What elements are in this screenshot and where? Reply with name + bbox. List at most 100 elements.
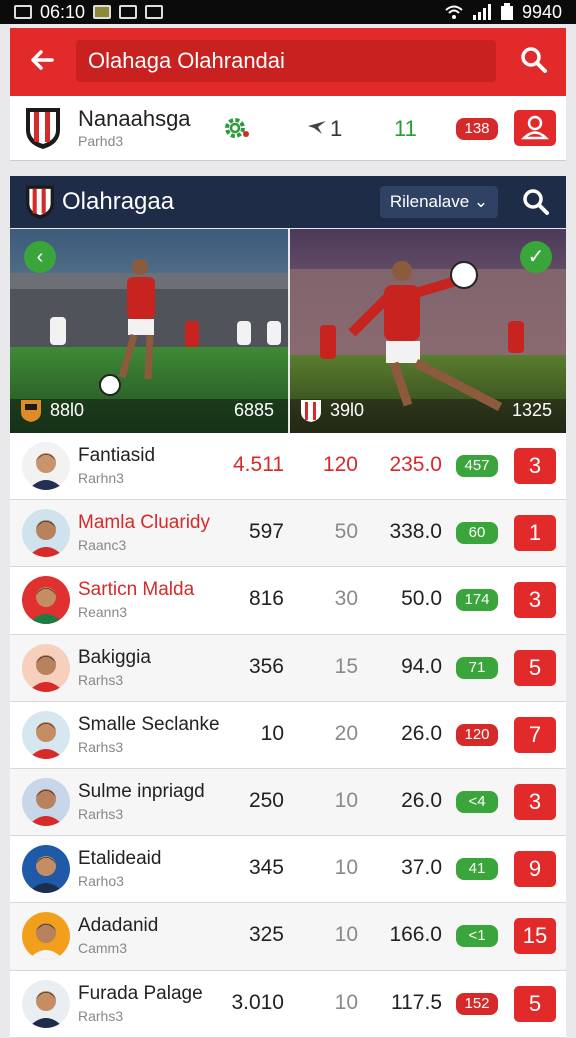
- player-avatar: [22, 509, 70, 558]
- player-subtitle: Rarho3: [78, 873, 124, 890]
- page-title[interactable]: Olahaga Olahrandai: [76, 40, 496, 82]
- player-form-badge: 152: [456, 992, 498, 1015]
- player-row[interactable]: Furada Palage Rarhs3 3.010 10 117.5 152 5: [10, 970, 566, 1038]
- right-stat-b: 1325: [511, 400, 552, 420]
- player-form-badge: 41: [456, 858, 498, 881]
- player-subtitle: Camm3: [78, 940, 128, 957]
- left-stat-a: 88l0: [50, 400, 85, 420]
- player-stat-2: 10: [334, 990, 358, 1014]
- player-stat-2: 15: [334, 654, 358, 678]
- player-name: Sarticn Malda: [78, 579, 195, 601]
- panel-crest-icon: [26, 185, 54, 220]
- search-icon[interactable]: [518, 44, 550, 76]
- player-form-badge: 120: [456, 723, 498, 746]
- battery-icon: [500, 3, 513, 20]
- right-mini-crest-icon: [301, 400, 321, 422]
- player-row[interactable]: Bakiggia Rarhs3 356 15 94.0 71 5: [10, 634, 566, 702]
- player-stat-3: 94.0: [401, 654, 442, 678]
- gear-icon[interactable]: [222, 114, 250, 142]
- filter-dropdown[interactable]: Rilenalave ⌄: [380, 186, 498, 218]
- player-rank-button[interactable]: 15: [514, 918, 556, 955]
- match-badge: 138: [456, 118, 498, 140]
- player-stat-1: 597: [248, 520, 284, 544]
- app-icon: [145, 5, 164, 19]
- player-stat-2: 10: [334, 923, 358, 947]
- player-name: Smalle Seclanke: [78, 713, 220, 735]
- player-name: Fantiasid: [78, 445, 156, 466]
- battery-level: 9940: [521, 1, 562, 22]
- team-name: Nanaahsga: [78, 106, 191, 131]
- player-rank-button[interactable]: 7: [514, 716, 556, 753]
- image-icon: [93, 5, 112, 19]
- mail-icon: [119, 5, 138, 19]
- player-subtitle: Rarhs3: [78, 805, 124, 822]
- panel-title: Olahragaa: [62, 188, 175, 215]
- player-avatar: [22, 979, 70, 1028]
- player-form-badge: <4: [456, 790, 498, 813]
- player-stat-1: 356: [248, 654, 284, 678]
- player-stat-3: 166.0: [389, 923, 442, 947]
- player-stat-1: 816: [248, 587, 284, 611]
- player-row[interactable]: Smalle Seclanke Rarhs3 10 20 26.0 120 7: [10, 701, 566, 769]
- player-form-badge: 174: [456, 589, 498, 612]
- wifi-icon: [445, 5, 463, 19]
- player-avatar: [22, 710, 70, 759]
- left-mini-crest-icon: [21, 400, 41, 422]
- player-name: Furada Palage: [78, 982, 203, 1004]
- user-icon: [520, 115, 550, 140]
- player-row[interactable]: Mamla Cluaridy Raanc3 597 50 338.0 60 1: [10, 500, 566, 568]
- match-count: 1: [330, 116, 343, 141]
- player-stat-1: 10: [260, 721, 284, 745]
- player-rank-button[interactable]: 3: [514, 448, 556, 484]
- player-stat-3: 235.0: [389, 453, 442, 476]
- highlight-photo-right[interactable]: ✓ 39l0 1325: [290, 229, 566, 433]
- back-arrow-icon[interactable]: [26, 44, 58, 76]
- right-stat-a: 39l0: [330, 400, 365, 420]
- user-button[interactable]: [514, 110, 556, 146]
- player-form-badge: <1: [456, 925, 498, 948]
- player-avatar: [22, 442, 70, 490]
- player-name: Etalideaid: [78, 848, 162, 870]
- player-stat-1: 345: [248, 856, 284, 880]
- player-rank-button[interactable]: 9: [514, 851, 556, 888]
- player-stat-1: 3.010: [231, 990, 284, 1014]
- player-subtitle: Reann3: [78, 604, 128, 621]
- player-row[interactable]: Sarticn Malda Reann3 816 30 50.0 174 3: [10, 567, 566, 635]
- player-form-badge: 71: [456, 656, 498, 679]
- player-stat-1: 325: [248, 923, 284, 947]
- player-rank-button[interactable]: 5: [514, 985, 556, 1022]
- direction-arrow-icon: [308, 121, 326, 134]
- player-row[interactable]: Adadanid Camm3 325 10 166.0 <1 15: [10, 903, 566, 971]
- panel-header: Olahragaa Rilenalave ⌄: [10, 176, 566, 228]
- player-name: Bakiggia: [78, 646, 151, 668]
- player-row[interactable]: Fantiasid Rarhn3 4.511 120 235.0 457 3: [10, 433, 566, 501]
- match-green-value: 11: [394, 116, 417, 141]
- highlight-photo-left[interactable]: ‹ 88l0 6885: [10, 229, 288, 433]
- left-stat-b: 6885: [233, 400, 274, 420]
- right-check-icon[interactable]: ✓: [520, 241, 552, 273]
- notification-icon: [14, 5, 32, 19]
- player-rank-button[interactable]: 5: [514, 649, 556, 686]
- player-subtitle: Rarhn3: [78, 470, 124, 486]
- player-subtitle: Rarhs3: [78, 671, 124, 688]
- player-rank-button[interactable]: 1: [514, 515, 556, 552]
- player-avatar: [22, 845, 70, 894]
- player-rank-button[interactable]: 3: [514, 783, 556, 820]
- status-time: 06:10: [40, 1, 86, 22]
- player-stat-3: 50.0: [401, 587, 442, 611]
- left-check-icon[interactable]: ‹: [24, 241, 56, 273]
- player-avatar: [22, 643, 70, 692]
- player-stat-2: 50: [334, 520, 358, 544]
- player-row[interactable]: Sulme inpriagd Rarhs3 250 10 26.0 <4 3: [10, 768, 566, 837]
- match-summary-bar[interactable]: Nanaahsga Parhd3 1 11 138: [10, 96, 566, 161]
- player-stat-1: 4.511: [233, 453, 284, 476]
- player-stat-1: 250: [248, 788, 284, 812]
- player-stat-2: 120: [322, 453, 358, 476]
- team-crest-icon: [26, 108, 60, 149]
- player-list: Fantiasid Rarhn3 4.511 120 235.0 457 3 Mamla Cl…: [10, 433, 566, 1038]
- player-stat-3: 338.0: [389, 520, 442, 544]
- panel-search-icon[interactable]: [520, 186, 552, 218]
- player-rank-button[interactable]: 3: [514, 582, 556, 619]
- player-row[interactable]: Etalideaid Rarho3 345 10 37.0 41 9: [10, 836, 566, 904]
- team-subtitle: Parhd3: [78, 133, 124, 149]
